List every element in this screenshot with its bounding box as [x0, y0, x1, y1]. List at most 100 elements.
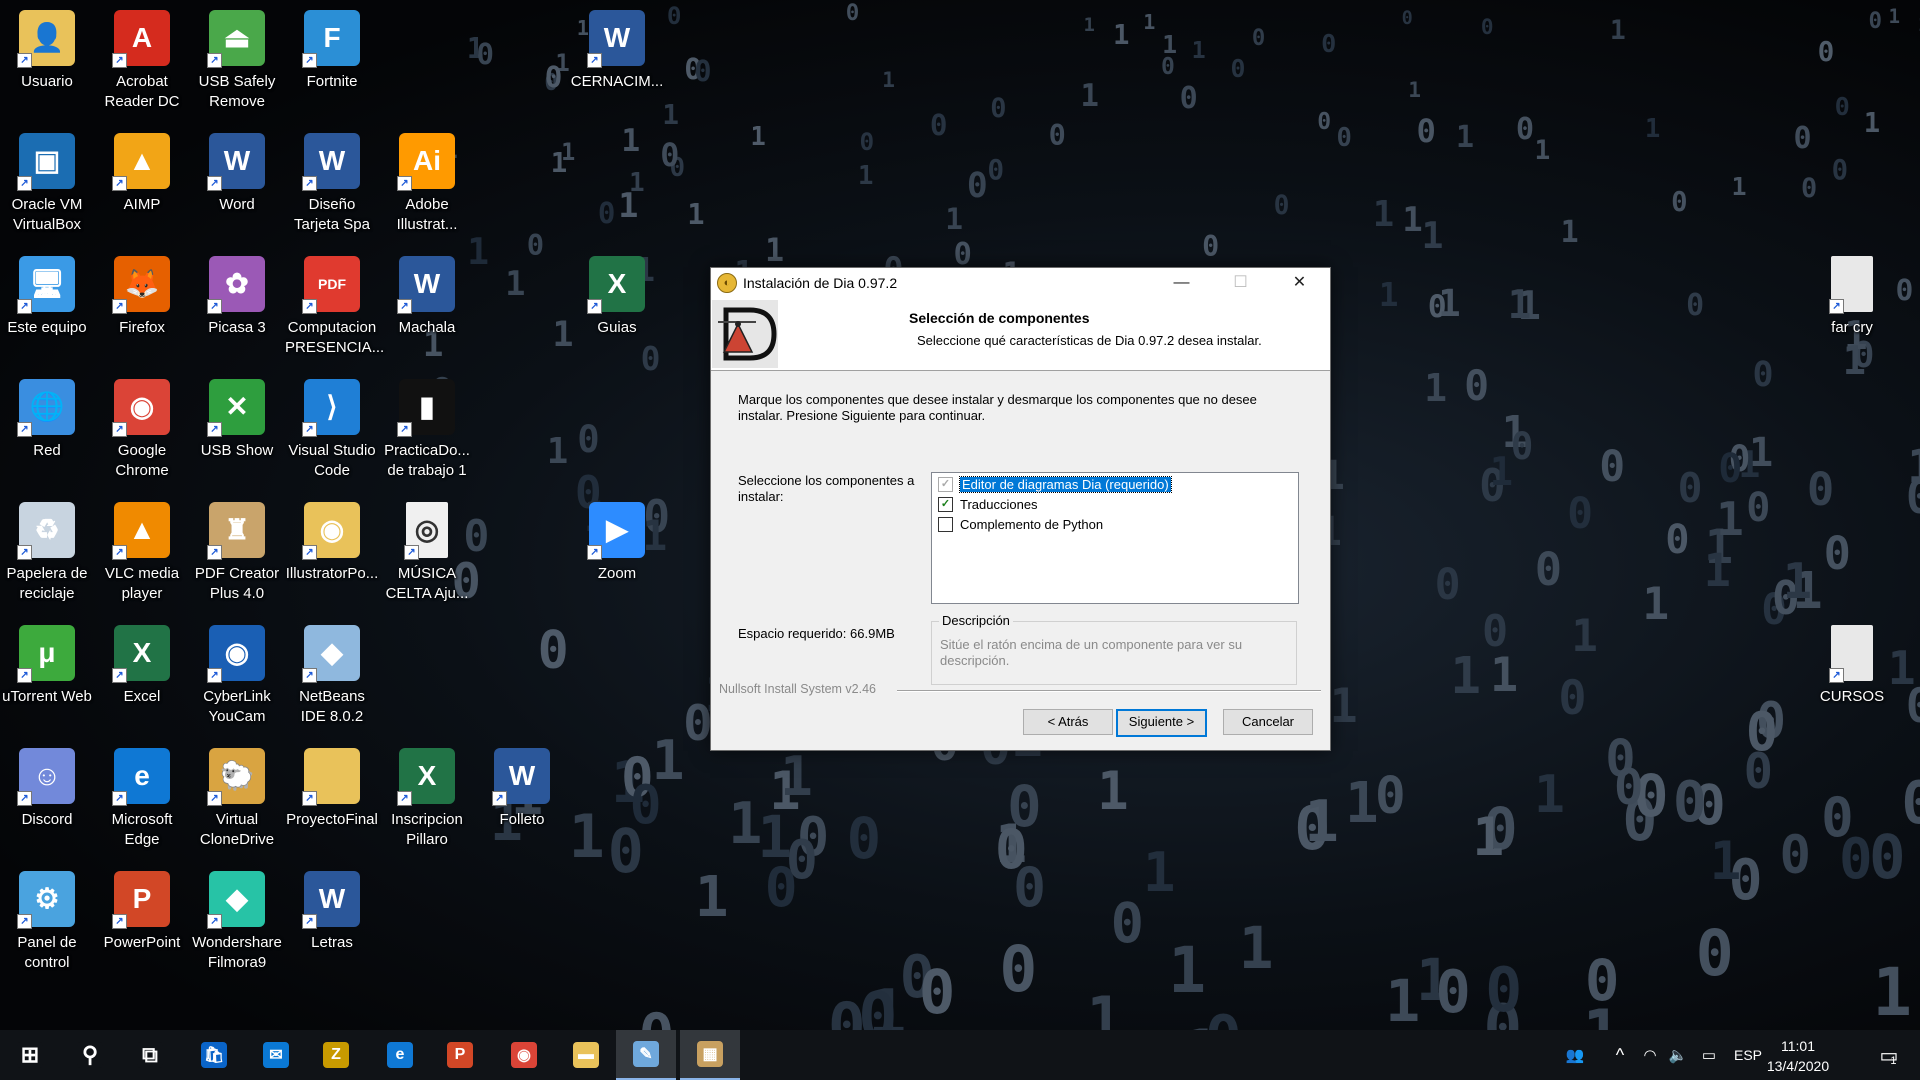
filezilla-button[interactable]: Z: [306, 1030, 366, 1080]
desktop-icon[interactable]: ▮ ↗ PracticaDo... de trabajo 1: [380, 373, 474, 481]
back-button[interactable]: < Atrás: [1023, 709, 1113, 735]
paint-button[interactable]: ✎: [616, 1030, 676, 1080]
desktop-icon[interactable]: A ↗ Acrobat Reader DC: [95, 4, 189, 112]
battery-icon[interactable]: ▭: [1696, 1030, 1722, 1080]
installer-button[interactable]: ▦: [680, 1030, 740, 1080]
desktop-icon[interactable]: μ ↗ uTorrent Web: [0, 619, 94, 707]
desktop-icon[interactable]: ⟩ ↗ Visual Studio Code: [285, 373, 379, 481]
wallpaper-digit: 1: [1162, 30, 1178, 60]
components-list[interactable]: ✓ Editor de diagramas Dia (requerido) ✓ …: [931, 472, 1299, 604]
paint-icon: ✎: [633, 1041, 659, 1067]
dialog-titlebar[interactable]: ◐ Instalación de Dia 0.97.2 — ☐ ✕: [711, 268, 1330, 298]
fortnite-icon: F ↗: [302, 10, 360, 68]
desktop-icon[interactable]: W ↗ Diseño Tarjeta Spa: [285, 127, 379, 235]
desktop-icon[interactable]: X ↗ Guias: [570, 250, 664, 338]
clock[interactable]: 11:01 13/4/2020: [1748, 1036, 1848, 1076]
desktop-icon[interactable]: W ↗ Letras: [285, 865, 379, 953]
desktop-icon[interactable]: ▲ ↗ AIMP: [95, 127, 189, 215]
wallpaper-digit: 0: [1434, 559, 1461, 610]
next-button[interactable]: Siguiente >: [1116, 709, 1207, 737]
desktop-icon[interactable]: ♜ ↗ PDF Creator Plus 4.0: [190, 496, 284, 604]
recycle-bin-icon: ♻ ↗: [17, 502, 75, 560]
component-checkbox[interactable]: [938, 516, 953, 532]
desktop-icon[interactable]: ♻ ↗ Papelera de reciclaje: [0, 496, 94, 604]
installer-icon: ▦: [697, 1041, 723, 1067]
component-dia-editor[interactable]: ✓ Editor de diagramas Dia (requerido): [938, 475, 1172, 493]
component-python[interactable]: Complemento de Python: [938, 515, 1103, 533]
desktop-icon[interactable]: e ↗ Microsoft Edge: [95, 742, 189, 850]
close-button[interactable]: ✕: [1270, 268, 1329, 298]
desktop-icon-label: Adobe Illustrat...: [396, 196, 458, 233]
shortcut-arrow-icon: ↗: [397, 422, 412, 437]
desktop-icon[interactable]: ▣ ↗ Oracle VM VirtualBox: [0, 127, 94, 235]
desktop-icon[interactable]: 🦊 ↗ Firefox: [95, 250, 189, 338]
powerpoint-button[interactable]: P: [430, 1030, 490, 1080]
desktop-icon[interactable]: ◉ ↗ IllustratorPo...: [285, 496, 379, 584]
mail-button[interactable]: ✉: [246, 1030, 306, 1080]
desktop-icon[interactable]: ↗ far cry: [1805, 250, 1899, 338]
desktop-icon-label: Wondershare Filmora9: [192, 934, 282, 971]
desktop-icon[interactable]: 🖥 ↗ Este equipo: [0, 250, 94, 338]
desktop-icon[interactable]: 🌐 ↗ Red: [0, 373, 94, 461]
desktop-icon[interactable]: ↗ CURSOS: [1805, 619, 1899, 707]
task-view-button[interactable]: ⧉: [120, 1030, 180, 1080]
wallpaper-digit: 0: [1534, 543, 1563, 597]
desktop-icon[interactable]: F ↗ Fortnite: [285, 4, 379, 92]
wallpaper-digit: 0: [966, 165, 988, 206]
wallpaper-digit: 1: [1385, 967, 1421, 1030]
desktop-icon[interactable]: PDF ↗ Computacion PRESENCIA...: [285, 250, 384, 358]
chevron-up-icon[interactable]: ^: [1605, 1030, 1635, 1080]
desktop-icon[interactable]: ◎ ↗ MÚSICA CELTA Aju...: [380, 496, 474, 604]
volume-icon[interactable]: 🔈: [1666, 1030, 1690, 1080]
people-icon[interactable]: 👥: [1560, 1030, 1590, 1080]
shortcut-arrow-icon: ↗: [17, 53, 32, 68]
wallpaper-digit: 0: [1746, 484, 1771, 531]
shortcut-arrow-icon: ↗: [112, 299, 127, 314]
cancel-button[interactable]: Cancelar: [1223, 709, 1313, 735]
edge-button[interactable]: e: [370, 1030, 430, 1080]
network-icon[interactable]: ◠: [1638, 1030, 1662, 1080]
desktop-icon[interactable]: X ↗ Excel: [95, 619, 189, 707]
desktop-icon[interactable]: P ↗ PowerPoint: [95, 865, 189, 953]
desktop-icon-label: Machala: [398, 319, 456, 336]
desktop-icon[interactable]: ✕ ↗ USB Show: [190, 373, 284, 461]
desktop-icon[interactable]: ☺ ↗ Discord: [0, 742, 94, 830]
desktop-icon[interactable]: ◆ ↗ Wondershare Filmora9: [190, 865, 284, 973]
desktop-icon[interactable]: W ↗ Machala: [380, 250, 474, 338]
store-button[interactable]: 🛍: [184, 1030, 244, 1080]
minimize-button[interactable]: —: [1152, 268, 1211, 298]
component-checkbox[interactable]: ✓: [938, 496, 953, 512]
desktop-icon-label: far cry: [1831, 319, 1873, 336]
desktop-icon[interactable]: ◉ ↗ Google Chrome: [95, 373, 189, 481]
desktop-icon-label: Firefox: [119, 319, 165, 336]
wallpaper-digit: 0: [1823, 527, 1851, 581]
desktop-icon[interactable]: W ↗ Word: [190, 127, 284, 215]
chrome-button[interactable]: ◉: [494, 1030, 554, 1080]
description-text: Sitúe el ratón encima de un componente p…: [940, 637, 1243, 668]
desktop-icon[interactable]: ⚙ ↗ Panel de control: [0, 865, 94, 973]
clonedrive-icon: 🐑 ↗: [207, 748, 265, 806]
desktop-icon[interactable]: W ↗ CERNACIM...: [570, 4, 664, 92]
wallpaper-digit: 0: [577, 417, 600, 462]
desktop-icon[interactable]: 🐑 ↗ Virtual CloneDrive: [190, 742, 284, 850]
desktop-icon[interactable]: ↗ ProyectoFinal: [285, 742, 379, 830]
search-button[interactable]: ⚲: [60, 1030, 120, 1080]
discord-icon: ☺ ↗: [17, 748, 75, 806]
desktop-icon[interactable]: ▶ ↗ Zoom: [570, 496, 664, 584]
start-button[interactable]: ⊞: [0, 1030, 60, 1080]
desktop-icon[interactable]: Ai ↗ Adobe Illustrat...: [380, 127, 474, 235]
notification-center-button[interactable]: ▭ 1: [1868, 1030, 1908, 1080]
wallpaper-digit: 0: [1567, 489, 1594, 540]
desktop-icon[interactable]: ⏏ ↗ USB Safely Remove: [190, 4, 284, 112]
desktop-icon[interactable]: ✿ ↗ Picasa 3: [190, 250, 284, 338]
desktop-icon[interactable]: ▲ ↗ VLC media player: [95, 496, 189, 604]
file-explorer-button[interactable]: ▬: [556, 1030, 616, 1080]
desktop-icon[interactable]: W ↗ Folleto: [475, 742, 569, 830]
desktop-icon[interactable]: 👤 ↗ Usuario: [0, 4, 94, 92]
wallpaper-digit: 0: [1718, 445, 1743, 492]
desktop-icon[interactable]: ◉ ↗ CyberLink YouCam: [190, 619, 284, 727]
shortcut-arrow-icon: ↗: [302, 791, 317, 806]
desktop-icon[interactable]: X ↗ Inscripcion Pillaro: [380, 742, 474, 850]
component-traducciones[interactable]: ✓ Traducciones: [938, 495, 1038, 513]
desktop-icon[interactable]: ◆ ↗ NetBeans IDE 8.0.2: [285, 619, 379, 727]
